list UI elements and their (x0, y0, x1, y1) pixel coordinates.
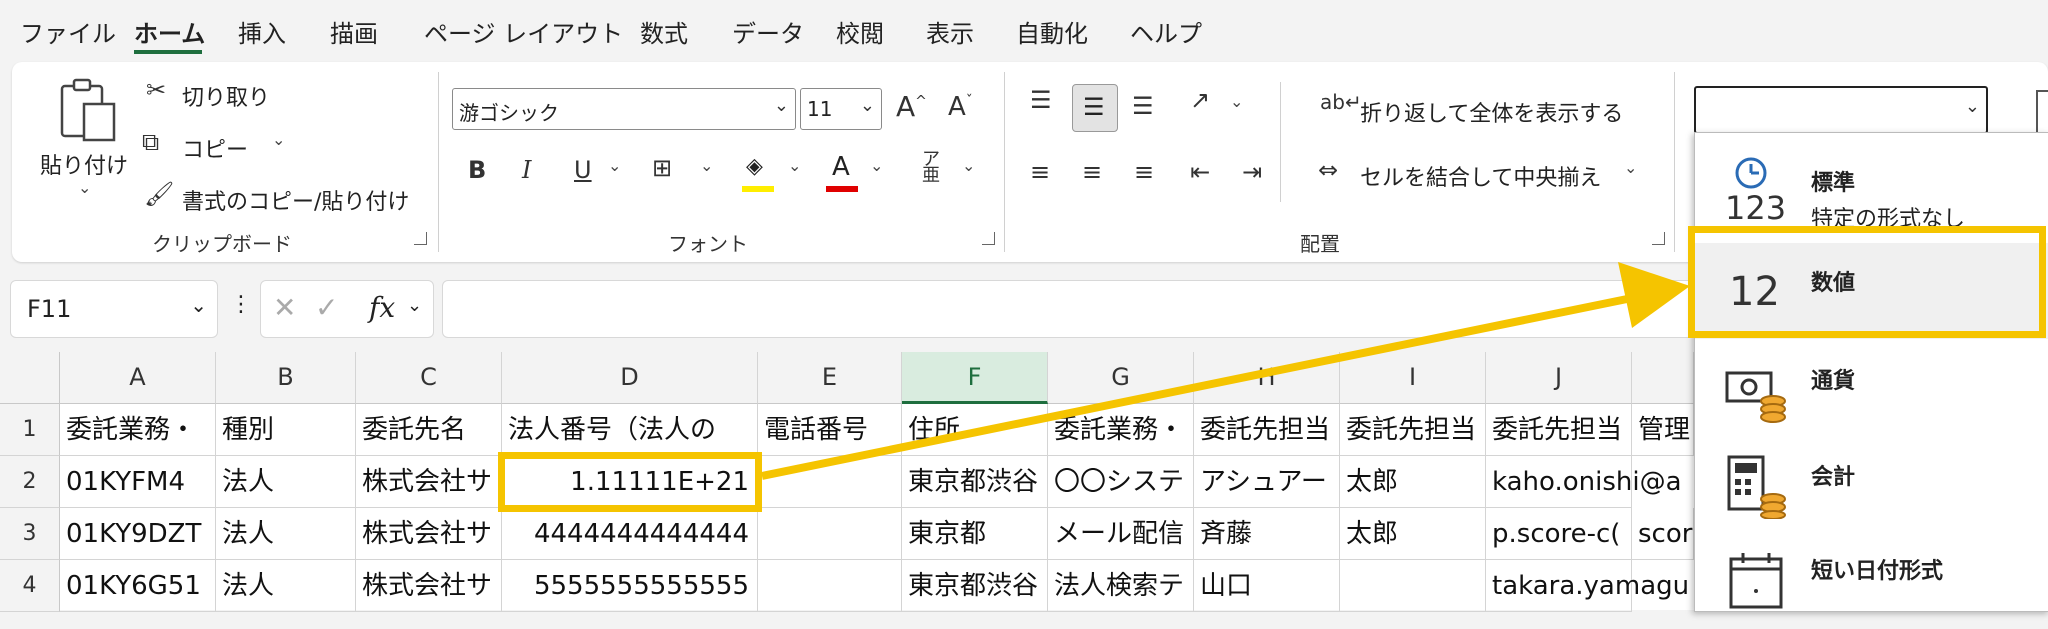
format-option-short-date[interactable]: 短い日付形式 (1695, 533, 2048, 629)
number-option-highlight (1688, 226, 2046, 338)
format-title: 会計 (1811, 465, 1856, 490)
calendar-icon (1727, 551, 1787, 615)
format-title: 通貨 (1811, 369, 1856, 394)
format-title: 短い日付形式 (1811, 559, 1944, 584)
format-option-accounting[interactable]: 会計 (1695, 439, 2048, 535)
icon-123-text: 123 (1725, 189, 1787, 227)
number-format-dropdown: 123 標準 特定の形式なし 12 数値 通貨 会計 短い日付形式 (1694, 132, 2048, 612)
format-title: 標準 (1811, 171, 1856, 196)
format-option-currency[interactable]: 通貨 (1695, 343, 2048, 439)
currency-icon (1725, 367, 1789, 427)
clock-123-icon: 123 (1725, 155, 1787, 227)
accounting-icon (1725, 455, 1789, 523)
